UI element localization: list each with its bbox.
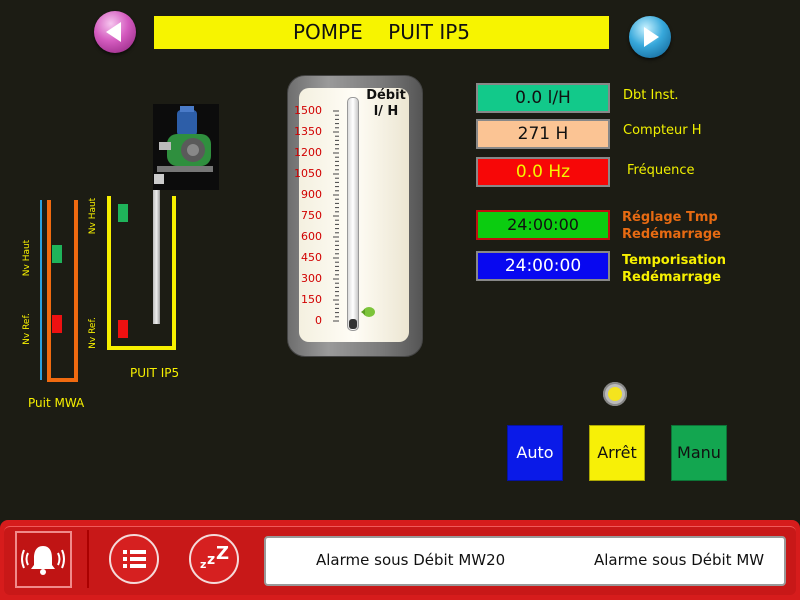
- gauge-scale: [333, 110, 339, 322]
- status-light-indicator: [603, 382, 627, 406]
- reglage-tempo-input[interactable]: 24:00:00: [476, 210, 610, 240]
- gauge-title-line1: Débit: [366, 88, 406, 103]
- pump-image: [153, 104, 219, 190]
- pump-pipe: [153, 180, 160, 324]
- compteur-value: 271 H: [476, 119, 610, 149]
- ip5-nv-ref-label: Nv Ref.: [88, 317, 98, 349]
- frequence-value: 0.0 Hz: [476, 157, 610, 187]
- compteur-label: Compteur H: [623, 123, 702, 138]
- gauge-tick-label: 600: [301, 230, 322, 243]
- debit-value: 0.0 l/H: [476, 83, 610, 113]
- svg-text:z: z: [200, 558, 206, 571]
- gauge-tick-label: 1050: [294, 167, 322, 180]
- alarm-message: Alarme sous Débit MW: [594, 551, 765, 569]
- ip5-high-level-indicator: [118, 204, 128, 222]
- alarm-bell-icon: [21, 546, 65, 575]
- gauge-tick-label: 750: [301, 209, 322, 222]
- gauge-pointer-icon: [361, 307, 375, 317]
- alarm-ticker[interactable]: Alarme sous Débit MW20 Alarme sous Débit…: [264, 536, 786, 586]
- reglage-label-line2: Redémarrage: [622, 227, 721, 242]
- gauge-tube: [347, 97, 359, 331]
- ip5-wall-bottom: [107, 346, 176, 350]
- temporisation-value: 24:00:00: [476, 251, 610, 281]
- auto-mode-button[interactable]: Auto: [507, 425, 563, 481]
- next-page-button[interactable]: [629, 16, 671, 58]
- frequence-label: Fréquence: [627, 163, 695, 178]
- mwa-wall-left: [47, 200, 51, 382]
- mwa-ref-level-indicator: [52, 315, 62, 333]
- mwa-wall-bottom: [47, 378, 78, 382]
- mwa-wall-right: [74, 200, 78, 382]
- gauge-tick-label: 450: [301, 251, 322, 264]
- manu-mode-button[interactable]: Manu: [671, 425, 727, 481]
- gauge-tick-label: 0: [315, 314, 322, 327]
- svg-text:Z: Z: [216, 543, 229, 564]
- temporisation-label-line2: Redémarrage: [622, 270, 721, 285]
- temporisation-label-line1: Temporisation: [622, 253, 726, 268]
- ip5-nv-haut-label: Nv Haut: [88, 197, 98, 235]
- gauge-fill: [349, 319, 357, 329]
- gauge-tick-label: 900: [301, 188, 322, 201]
- gauge-title-line2: l/ H: [373, 104, 399, 119]
- status-light-core: [608, 387, 622, 401]
- mwa-level-line: [40, 200, 42, 380]
- ip5-well-label: PUIT IP5: [130, 366, 180, 380]
- ip5-wall-right: [172, 196, 176, 350]
- mwa-nv-haut-label: Nv Haut: [22, 239, 32, 277]
- gauge-title: Débit l/ H: [358, 88, 414, 120]
- mwa-well-label: Puit MWA: [28, 396, 85, 410]
- gauge-tick-label: 1200: [294, 146, 322, 159]
- mwa-nv-ref-label: Nv Ref.: [22, 313, 32, 345]
- ip5-wall-left: [107, 196, 111, 350]
- alarm-message: Alarme sous Débit MW20: [316, 551, 506, 569]
- arrow-left-icon: [106, 22, 121, 42]
- arrow-right-icon: [644, 27, 659, 47]
- alarm-bell-button[interactable]: [15, 531, 72, 588]
- svg-text:z: z: [207, 552, 215, 568]
- gauge-tick-label: 300: [301, 272, 322, 285]
- debit-label: Dbt Inst.: [623, 88, 679, 103]
- gauge-tick-label: 1500: [294, 104, 322, 117]
- ip5-ref-level-indicator: [118, 320, 128, 338]
- reglage-label: Réglage Tmp Redémarrage: [622, 209, 721, 243]
- previous-page-button[interactable]: [94, 11, 136, 53]
- reglage-label-line1: Réglage Tmp: [622, 210, 718, 225]
- gauge-tick-label: 1350: [294, 125, 322, 138]
- sleep-zzz-icon: z z Z: [200, 543, 229, 571]
- temporisation-label: Temporisation Redémarrage: [622, 252, 726, 286]
- mwa-high-level-indicator: [52, 245, 62, 263]
- alarm-sleep-button[interactable]: z z Z: [189, 534, 239, 584]
- gauge-tick-label: 150: [301, 293, 322, 306]
- alarm-list-button[interactable]: [109, 534, 159, 584]
- list-icon: [123, 550, 146, 568]
- alarm-bar-separator: [87, 530, 89, 588]
- arret-mode-button[interactable]: Arrêt: [589, 425, 645, 481]
- page-title: POMPE PUIT IP5: [154, 16, 609, 49]
